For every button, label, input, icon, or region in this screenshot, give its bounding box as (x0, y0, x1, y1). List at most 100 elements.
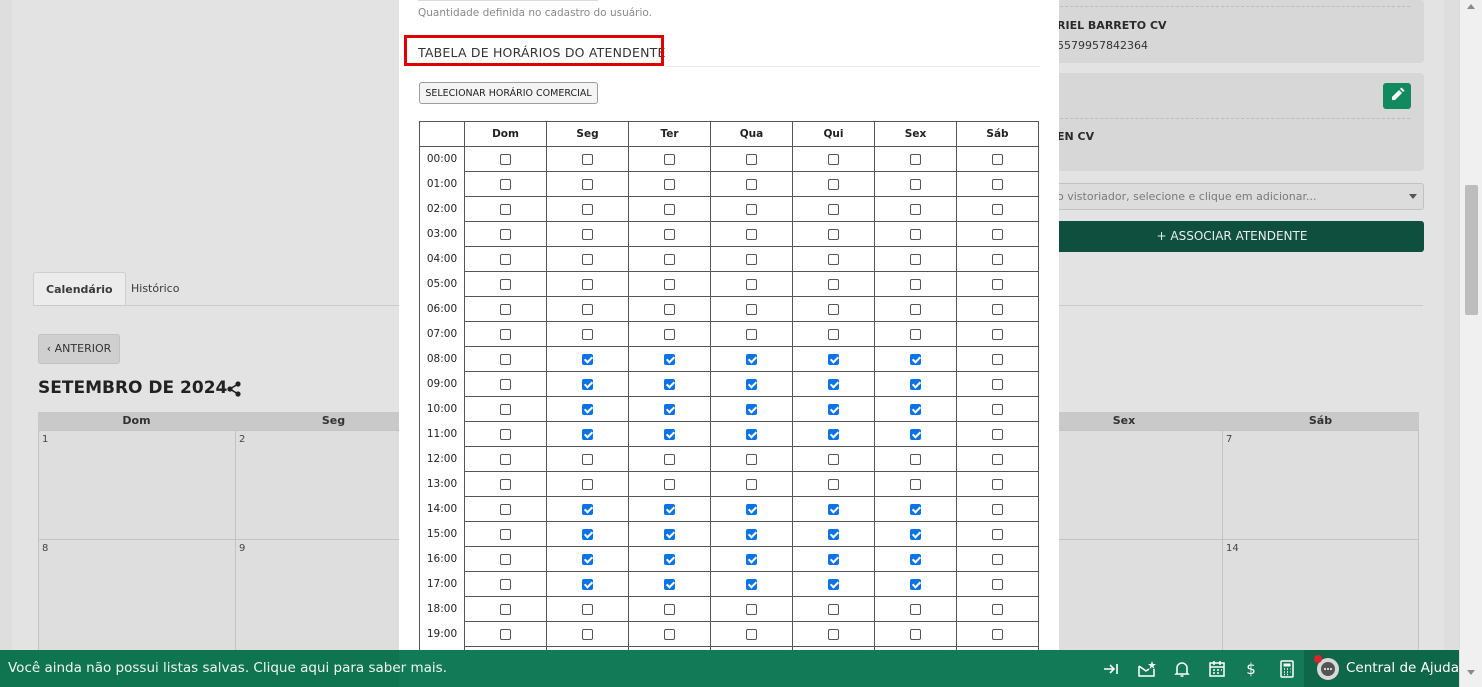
schedule-checkbox[interactable] (828, 603, 839, 615)
schedule-checkbox[interactable] (582, 628, 593, 640)
schedule-checkbox[interactable] (828, 303, 839, 315)
schedule-checkbox[interactable] (910, 378, 921, 390)
schedule-checkbox[interactable] (910, 328, 921, 340)
schedule-checkbox[interactable] (992, 328, 1003, 340)
schedule-checkbox[interactable] (664, 203, 675, 215)
schedule-checkbox[interactable] (828, 628, 839, 640)
schedule-checkbox[interactable] (664, 328, 675, 340)
schedule-checkbox[interactable] (910, 528, 921, 540)
schedule-checkbox[interactable] (746, 328, 757, 340)
schedule-checkbox[interactable] (664, 503, 675, 515)
schedule-checkbox[interactable] (828, 378, 839, 390)
schedule-checkbox[interactable] (910, 253, 921, 265)
schedule-checkbox[interactable] (746, 203, 757, 215)
tab-calendario[interactable]: Calendário (33, 272, 126, 306)
schedule-checkbox[interactable] (582, 453, 593, 465)
schedule-checkbox[interactable] (500, 178, 511, 190)
schedule-checkbox[interactable] (828, 328, 839, 340)
schedule-checkbox[interactable] (828, 453, 839, 465)
schedule-checkbox[interactable] (582, 403, 593, 415)
schedule-checkbox[interactable] (910, 203, 921, 215)
schedule-checkbox[interactable] (992, 203, 1003, 215)
schedule-checkbox[interactable] (992, 403, 1003, 415)
schedule-checkbox[interactable] (992, 428, 1003, 440)
schedule-checkbox[interactable] (500, 478, 511, 490)
schedule-checkbox[interactable] (910, 178, 921, 190)
schedule-checkbox[interactable] (664, 478, 675, 490)
schedule-checkbox[interactable] (664, 578, 675, 590)
schedule-checkbox[interactable] (582, 603, 593, 615)
schedule-checkbox[interactable] (664, 628, 675, 640)
schedule-checkbox[interactable] (910, 278, 921, 290)
schedule-checkbox[interactable] (500, 503, 511, 515)
schedule-checkbox[interactable] (828, 528, 839, 540)
schedule-checkbox[interactable] (910, 228, 921, 240)
schedule-checkbox[interactable] (500, 353, 511, 365)
schedule-checkbox[interactable] (664, 178, 675, 190)
schedule-checkbox[interactable] (828, 178, 839, 190)
mail-star-icon[interactable] (1137, 659, 1157, 679)
edit-attendant-button[interactable] (1383, 83, 1411, 109)
schedule-checkbox[interactable] (746, 528, 757, 540)
schedule-checkbox[interactable] (746, 503, 757, 515)
schedule-checkbox[interactable] (500, 578, 511, 590)
schedule-checkbox[interactable] (582, 328, 593, 340)
schedule-checkbox[interactable] (828, 478, 839, 490)
schedule-checkbox[interactable] (582, 203, 593, 215)
bell-icon[interactable] (1172, 659, 1192, 679)
scroll-up-arrow-icon[interactable] (1467, 4, 1475, 9)
schedule-checkbox[interactable] (910, 553, 921, 565)
schedule-checkbox[interactable] (664, 378, 675, 390)
schedule-checkbox[interactable] (910, 478, 921, 490)
calendar-day-cell[interactable]: 14 (1222, 539, 1419, 651)
schedule-checkbox[interactable] (664, 428, 675, 440)
schedule-checkbox[interactable] (828, 428, 839, 440)
calendar-day-cell[interactable]: 7 (1222, 430, 1419, 540)
schedule-checkbox[interactable] (992, 378, 1003, 390)
schedule-checkbox[interactable] (746, 178, 757, 190)
schedule-checkbox[interactable] (910, 353, 921, 365)
schedule-checkbox[interactable] (828, 553, 839, 565)
schedule-checkbox[interactable] (500, 303, 511, 315)
previous-month-button[interactable]: ‹ ANTERIOR (38, 334, 120, 364)
schedule-checkbox[interactable] (992, 528, 1003, 540)
schedule-checkbox[interactable] (992, 253, 1003, 265)
schedule-checkbox[interactable] (992, 178, 1003, 190)
share-icon[interactable] (226, 381, 242, 397)
schedule-checkbox[interactable] (992, 453, 1003, 465)
schedule-checkbox[interactable] (582, 478, 593, 490)
schedule-checkbox[interactable] (664, 303, 675, 315)
collapse-icon[interactable] (1101, 659, 1121, 679)
schedule-checkbox[interactable] (582, 353, 593, 365)
schedule-checkbox[interactable] (582, 553, 593, 565)
schedule-checkbox[interactable] (992, 578, 1003, 590)
schedule-checkbox[interactable] (664, 553, 675, 565)
schedule-checkbox[interactable] (664, 228, 675, 240)
scroll-down-arrow-icon[interactable] (1467, 670, 1475, 675)
schedule-checkbox[interactable] (664, 153, 675, 165)
select-commercial-hours-button[interactable]: SELECIONAR HORÁRIO COMERCIAL (419, 82, 598, 104)
schedule-checkbox[interactable] (992, 478, 1003, 490)
schedule-checkbox[interactable] (828, 203, 839, 215)
schedule-checkbox[interactable] (910, 628, 921, 640)
schedule-checkbox[interactable] (910, 578, 921, 590)
schedule-checkbox[interactable] (910, 503, 921, 515)
schedule-checkbox[interactable] (746, 303, 757, 315)
schedule-checkbox[interactable] (746, 578, 757, 590)
schedule-checkbox[interactable] (828, 153, 839, 165)
schedule-checkbox[interactable] (500, 453, 511, 465)
schedule-checkbox[interactable] (992, 353, 1003, 365)
schedule-checkbox[interactable] (992, 153, 1003, 165)
schedule-checkbox[interactable] (664, 353, 675, 365)
schedule-checkbox[interactable] (992, 278, 1003, 290)
schedule-checkbox[interactable] (746, 453, 757, 465)
help-center-button[interactable]: Central de Ajuda (1304, 650, 1460, 687)
schedule-checkbox[interactable] (664, 403, 675, 415)
schedule-checkbox[interactable] (582, 153, 593, 165)
schedule-checkbox[interactable] (746, 228, 757, 240)
schedule-checkbox[interactable] (828, 503, 839, 515)
schedule-checkbox[interactable] (746, 628, 757, 640)
schedule-checkbox[interactable] (500, 603, 511, 615)
schedule-checkbox[interactable] (500, 528, 511, 540)
schedule-checkbox[interactable] (828, 278, 839, 290)
